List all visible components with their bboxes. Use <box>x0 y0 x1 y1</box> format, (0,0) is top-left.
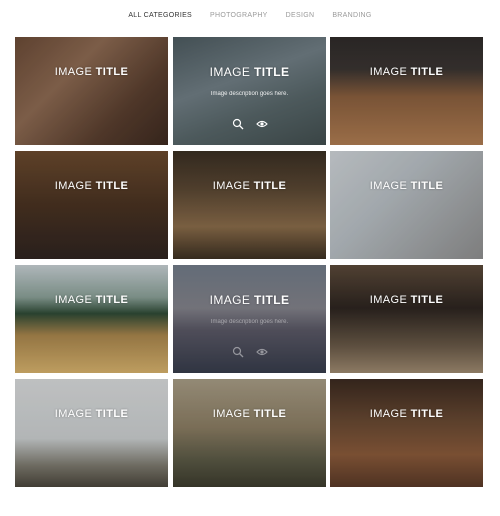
item-title-bold: TITLE <box>410 66 444 78</box>
item-title: IMAGE TITLE <box>330 66 483 78</box>
portfolio-item[interactable]: IMAGE TITLE Image description goes here. <box>173 265 326 373</box>
category-filter-bar: ALL CATEGORIES PHOTOGRAPHY DESIGN BRANDI… <box>0 12 500 19</box>
portfolio-grid: IMAGE TITLE IMAGE TITLE Image descriptio… <box>15 37 483 488</box>
image-overlay <box>15 151 168 259</box>
portfolio-item[interactable]: IMAGE TITLE <box>15 151 168 259</box>
item-title-light: IMAGE <box>209 293 251 307</box>
item-title-light: IMAGE <box>369 66 408 78</box>
item-title-bold: TITLE <box>95 294 129 306</box>
portfolio-item[interactable]: IMAGE TITLE <box>173 151 326 259</box>
item-title: IMAGE TITLE <box>173 408 326 420</box>
image-overlay <box>173 379 326 487</box>
item-title-light: IMAGE <box>209 65 251 79</box>
item-actions <box>173 345 326 358</box>
item-title: IMAGE TITLE <box>173 65 326 79</box>
item-title-bold: TITLE <box>95 408 129 420</box>
item-description: Image description goes here. <box>210 91 289 97</box>
image-overlay <box>15 37 168 145</box>
item-title: IMAGE TITLE <box>15 294 168 306</box>
item-description: Image description goes here. <box>210 319 289 325</box>
item-title: IMAGE TITLE <box>173 180 326 192</box>
item-title: IMAGE TITLE <box>15 408 168 420</box>
image-overlay <box>330 37 483 145</box>
item-actions <box>173 117 326 130</box>
image-overlay <box>330 379 483 487</box>
item-title-bold: TITLE <box>95 180 129 192</box>
portfolio-item[interactable]: IMAGE TITLE <box>15 265 168 373</box>
item-title-bold: TITLE <box>410 294 444 306</box>
image-overlay <box>15 379 168 487</box>
item-title-light: IMAGE <box>54 66 93 78</box>
portfolio-item[interactable]: IMAGE TITLE <box>15 379 168 487</box>
filter-all-categories[interactable]: ALL CATEGORIES <box>119 12 201 19</box>
item-title-bold: TITLE <box>253 180 287 192</box>
filter-photography[interactable]: PHOTOGRAPHY <box>201 12 277 19</box>
item-title-bold: TITLE <box>254 293 290 307</box>
search-icon[interactable] <box>232 345 244 358</box>
item-title-light: IMAGE <box>369 294 408 306</box>
eye-icon[interactable] <box>255 345 268 357</box>
item-title: IMAGE TITLE <box>330 180 483 192</box>
portfolio-item[interactable]: IMAGE TITLE <box>330 379 483 487</box>
item-title: IMAGE TITLE <box>15 66 168 78</box>
filter-branding[interactable]: BRANDING <box>323 12 380 19</box>
item-title-bold: TITLE <box>410 180 444 192</box>
item-title-light: IMAGE <box>369 180 408 192</box>
item-title-light: IMAGE <box>54 294 93 306</box>
item-title-light: IMAGE <box>369 408 408 420</box>
item-title-bold: TITLE <box>253 408 287 420</box>
image-overlay <box>330 151 483 259</box>
item-title-light: IMAGE <box>212 180 251 192</box>
image-overlay <box>15 265 168 373</box>
item-title: IMAGE TITLE <box>330 294 483 306</box>
item-title-light: IMAGE <box>54 408 93 420</box>
item-title-bold: TITLE <box>410 408 444 420</box>
portfolio-item[interactable]: IMAGE TITLE Image description goes here. <box>173 37 326 145</box>
portfolio-item[interactable]: IMAGE TITLE <box>15 37 168 145</box>
eye-icon[interactable] <box>255 117 268 129</box>
image-overlay <box>330 265 483 373</box>
search-icon[interactable] <box>232 117 244 130</box>
item-title-light: IMAGE <box>212 408 251 420</box>
item-title: IMAGE TITLE <box>330 408 483 420</box>
image-overlay <box>173 151 326 259</box>
portfolio-item[interactable]: IMAGE TITLE <box>173 379 326 487</box>
portfolio-item[interactable]: IMAGE TITLE <box>330 37 483 145</box>
item-title-light: IMAGE <box>54 180 93 192</box>
portfolio-item[interactable]: IMAGE TITLE <box>330 151 483 259</box>
filter-design[interactable]: DESIGN <box>277 12 324 19</box>
item-title: IMAGE TITLE <box>15 180 168 192</box>
item-title-bold: TITLE <box>95 66 129 78</box>
item-title: IMAGE TITLE <box>173 293 326 307</box>
item-title-bold: TITLE <box>254 65 290 79</box>
portfolio-item[interactable]: IMAGE TITLE <box>330 265 483 373</box>
